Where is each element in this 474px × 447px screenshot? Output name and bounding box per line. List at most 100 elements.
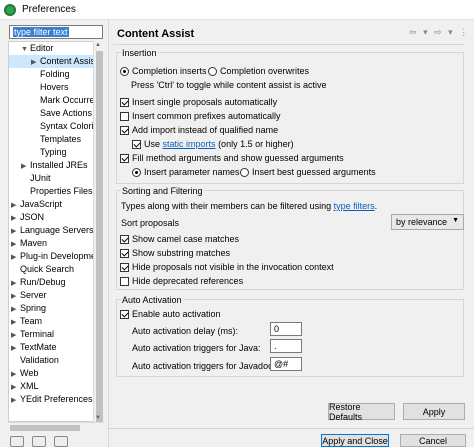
apply-button[interactable]: Apply [403, 403, 465, 420]
tree-item[interactable]: ▶ Spring [9, 302, 103, 315]
hide-not-visible-checkbox[interactable]: Hide proposals not visible in the invoca… [120, 262, 334, 272]
tree-item[interactable]: ▶ TextMate [9, 341, 103, 354]
type-filters-link[interactable]: type filters [334, 201, 375, 211]
substring-checkbox[interactable]: Show substring matches [120, 248, 230, 258]
nav-buttons[interactable]: ⇦ ▾ ⇨ ▾ ⋮ [409, 27, 470, 38]
tree-item[interactable]: ▶ XML [9, 380, 103, 393]
checkbox[interactable] [120, 276, 129, 286]
tree-item[interactable]: ▶ Server [9, 289, 103, 302]
checkbox[interactable] [120, 111, 129, 121]
back-menu-icon[interactable]: ▾ [423, 27, 430, 37]
sort-proposals-label: Sort proposals [121, 218, 179, 228]
tree-item[interactable]: Typing [9, 146, 103, 159]
tree-item[interactable]: Quick Search [9, 263, 103, 276]
filter-input-value: type filter text [13, 27, 69, 37]
filter-input[interactable]: type filter text [9, 25, 103, 39]
title-bar: Preferences [0, 0, 474, 20]
radio[interactable] [208, 66, 217, 76]
export-icon[interactable] [54, 436, 68, 447]
footer-separator [108, 428, 474, 429]
tree-vertical-scrollbar[interactable]: ▲ ▼ [93, 41, 104, 423]
collapsed-icon[interactable]: ▶ [11, 394, 20, 407]
tree-item[interactable]: ▶ Content Assist [9, 55, 103, 68]
completion-inserts-radio[interactable]: Completion inserts [120, 66, 207, 76]
checkbox-checked[interactable] [120, 262, 129, 272]
sorting-label: Sorting and Filtering [121, 186, 204, 196]
hscroll-thumb[interactable] [10, 425, 80, 431]
hide-deprecated-checkbox[interactable]: Hide deprecated references [120, 276, 243, 286]
forward-menu-icon[interactable]: ▾ [448, 27, 455, 37]
substring-label: Show substring matches [132, 248, 231, 258]
tree-item[interactable]: Folding [9, 68, 103, 81]
tree-item[interactable]: ▶ Terminal [9, 328, 103, 341]
help-icon[interactable] [10, 436, 24, 447]
tree-item[interactable]: ▼ Editor [9, 42, 103, 55]
cancel-button[interactable]: Cancel [400, 434, 466, 447]
tree-item[interactable]: ▶ Web [9, 367, 103, 380]
tree-item[interactable]: Syntax Coloring [9, 120, 103, 133]
checkbox-checked[interactable] [120, 248, 129, 258]
tree-item[interactable]: JUnit [9, 172, 103, 185]
scroll-down-icon[interactable]: ▼ [95, 415, 101, 421]
tree-item[interactable]: ▶ JavaScript [9, 198, 103, 211]
javadoc-triggers-label: Auto activation triggers for Javadoc: [132, 361, 275, 371]
checkbox-checked[interactable] [132, 139, 141, 149]
checkbox-checked[interactable] [120, 234, 129, 244]
delay-input[interactable]: 0 [270, 322, 302, 336]
insert-param-names-radio[interactable]: Insert parameter names [132, 167, 240, 177]
add-import-checkbox[interactable]: Add import instead of qualified name [120, 125, 278, 135]
tree-item[interactable]: Properties Files Editor [9, 185, 103, 198]
apply-and-close-button[interactable]: Apply and Close [321, 434, 389, 447]
sort-proposals-select[interactable]: by relevance ▼ [391, 214, 464, 230]
tree-item[interactable]: ▶ Installed JREs [9, 159, 103, 172]
scroll-up-icon[interactable]: ▲ [95, 42, 101, 48]
sash[interactable] [108, 20, 109, 447]
tree-item[interactable]: ▶ Plug-in Development [9, 250, 103, 263]
completion-overwrites-radio[interactable]: Completion overwrites [208, 66, 309, 76]
enable-auto-activation-checkbox[interactable]: Enable auto activation [120, 309, 221, 319]
static-imports-checkbox[interactable]: Use static imports (only 1.5 or higher) [132, 139, 294, 149]
checkbox-checked[interactable] [120, 125, 129, 135]
checkbox-checked[interactable] [120, 153, 129, 163]
tree-item-label: Save Actions [40, 108, 93, 118]
forward-icon[interactable]: ⇨ [434, 27, 444, 37]
back-icon[interactable]: ⇦ [409, 27, 419, 37]
tree-item[interactable]: Hovers [9, 81, 103, 94]
fill-method-checkbox[interactable]: Fill method arguments and show guessed a… [120, 153, 344, 163]
common-prefixes-checkbox[interactable]: Insert common prefixes automatically [120, 111, 281, 121]
radio[interactable] [240, 167, 249, 177]
insert-best-guessed-label: Insert best guessed arguments [252, 167, 376, 177]
java-triggers-input[interactable]: . [270, 339, 302, 353]
tree-item[interactable]: Mark Occurrences [9, 94, 103, 107]
tree-item[interactable]: Templates [9, 133, 103, 146]
tree-item-label: Run/Debug [20, 277, 66, 287]
hide-not-visible-label: Hide proposals not visible in the invoca… [132, 262, 334, 272]
tree-item[interactable]: ▶ Run/Debug [9, 276, 103, 289]
insert-best-guessed-radio[interactable]: Insert best guessed arguments [240, 167, 376, 177]
tree-item-label: TextMate [20, 342, 57, 352]
view-menu-icon[interactable]: ⋮ [459, 27, 470, 37]
tree-item-label: XML [20, 381, 39, 391]
checkbox-checked[interactable] [120, 97, 129, 107]
tree-item[interactable]: ▶ Maven [9, 237, 103, 250]
single-proposals-checkbox[interactable]: Insert single proposals automatically [120, 97, 277, 107]
radio-selected[interactable] [132, 167, 141, 177]
tree-item[interactable]: ▶ YEdit Preferences [9, 393, 103, 406]
tree-item[interactable]: ▶ Team [9, 315, 103, 328]
javadoc-triggers-input[interactable]: @# [270, 357, 302, 371]
tree-item[interactable]: Save Actions [9, 107, 103, 120]
scroll-thumb[interactable] [96, 51, 103, 423]
static-imports-link[interactable]: static imports [163, 139, 216, 149]
camel-case-checkbox[interactable]: Show camel case matches [120, 234, 239, 244]
tree-item-label: Content Assist [40, 56, 98, 66]
checkbox-checked[interactable] [120, 309, 129, 319]
java-triggers-text: Auto activation triggers for Java: [132, 343, 261, 353]
tree-item[interactable]: ▶ Language Servers [9, 224, 103, 237]
tree-horizontal-scrollbar[interactable] [8, 422, 104, 432]
radio-selected[interactable] [120, 66, 129, 76]
import-icon[interactable] [32, 436, 46, 447]
preferences-tree[interactable]: ▼ Editor ▶ Content Assist Folding Hovers Mark … [8, 41, 104, 422]
tree-item[interactable]: ▶ JSON [9, 211, 103, 224]
restore-defaults-button[interactable]: Restore Defaults [328, 402, 395, 422]
tree-item[interactable]: Validation [9, 354, 103, 367]
